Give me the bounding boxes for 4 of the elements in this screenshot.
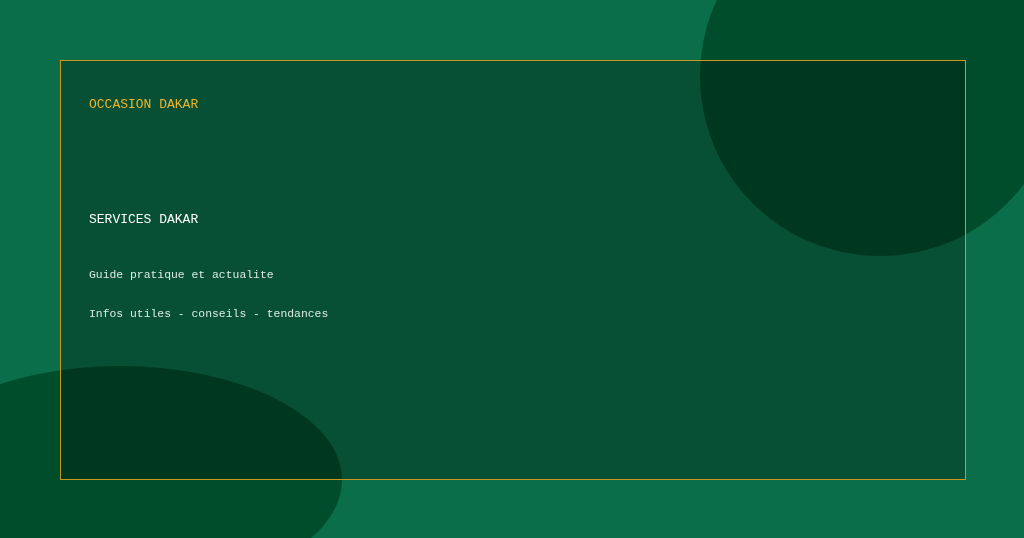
section-title: SERVICES DAKAR <box>89 212 199 227</box>
tagline-text: Infos utiles - conseils - tendances <box>89 307 329 321</box>
brand-label: OCCASION DAKAR <box>89 97 199 112</box>
tagline-text: Guide pratique et actualite <box>89 268 274 282</box>
